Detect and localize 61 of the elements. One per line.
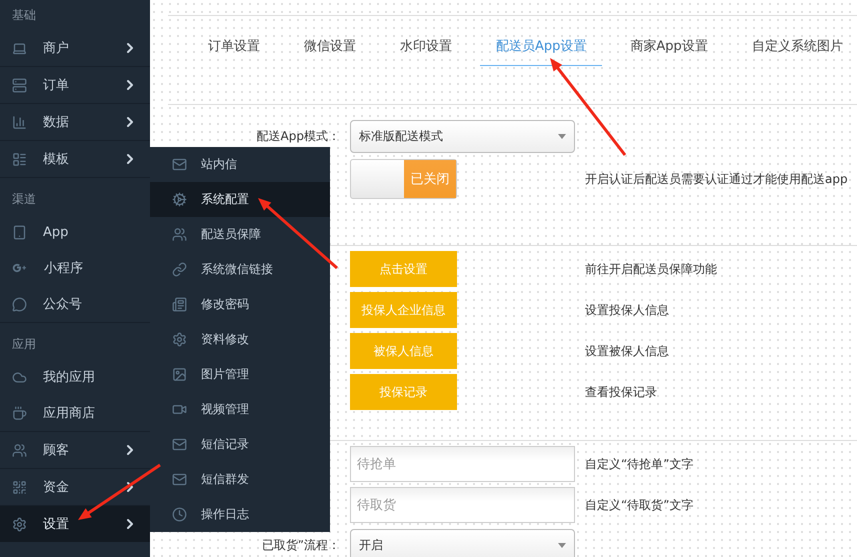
menu-icon <box>12 114 27 130</box>
google-plus-icon <box>12 261 28 275</box>
submenu-item[interactable]: 短信群发 <box>150 462 330 497</box>
hint-text: 查看投保记录 <box>585 384 658 400</box>
menu-icon <box>12 406 27 420</box>
menu-icon <box>12 152 27 166</box>
tab[interactable]: 自定义系统图片 <box>736 37 857 66</box>
section-header: 应用 <box>11 336 37 352</box>
hint-text: 前往开启配送员保障功能 <box>585 260 718 278</box>
submenu-item[interactable]: 操作日志 <box>150 497 330 532</box>
menu-icon <box>172 507 187 522</box>
menu-icon <box>172 192 187 207</box>
hint-text: 设置被保人信息 <box>585 342 670 360</box>
dropdown[interactable]: 开启 <box>350 529 575 557</box>
menu-icon <box>12 516 27 532</box>
menu-icon <box>172 472 187 487</box>
submenu-item[interactable]: 资料修改 <box>150 322 330 357</box>
field-label: 配送App模式： <box>256 128 340 145</box>
sidebar-item[interactable]: 小程序 <box>0 250 150 286</box>
hint-text: 开启认证后配送员需要认证通过才能使用配送app <box>585 170 849 188</box>
tab[interactable]: 水印设置 <box>384 37 468 66</box>
sidebar-item[interactable]: 设置 <box>0 506 150 542</box>
menu-icon <box>12 40 27 56</box>
menu-icon <box>172 157 187 172</box>
input-field[interactable]: 待取货 <box>350 487 575 523</box>
menu-icon <box>172 367 187 382</box>
menu-icon <box>12 442 27 458</box>
section-header: 基础 <box>11 6 37 24</box>
menu-icon <box>172 437 187 452</box>
sidebar-item[interactable]: 我的应用 <box>0 359 150 395</box>
submenu-item[interactable]: 视频管理 <box>150 392 330 427</box>
menu-icon <box>172 227 187 242</box>
menu-icon <box>172 332 187 347</box>
section-header: 渠道 <box>11 190 37 208</box>
field-label: 已取货”流程： <box>260 537 340 554</box>
menu-icon <box>12 78 27 92</box>
menu-icon <box>172 297 187 312</box>
hint-text: 自定义“待取货”文字 <box>585 496 694 514</box>
sidebar-item[interactable]: App <box>0 214 150 250</box>
tab[interactable]: 商家App设置 <box>614 37 724 66</box>
caret-icon <box>558 543 566 548</box>
menu-icon <box>12 370 27 384</box>
submenu-item[interactable]: 系统微信链接 <box>150 252 330 287</box>
caret-icon <box>558 134 566 139</box>
submenu-item[interactable]: 系统配置 <box>150 182 330 217</box>
dropdown[interactable]: 标准版配送模式 <box>350 120 575 153</box>
menu-icon <box>172 262 187 277</box>
submenu-item[interactable]: 图片管理 <box>150 357 330 392</box>
menu-icon <box>12 224 27 240</box>
hint-text: 设置投保人信息 <box>585 302 670 318</box>
input-field[interactable]: 待抢单 <box>350 446 575 482</box>
menu-icon <box>12 480 27 494</box>
submenu-item[interactable]: 修改密码 <box>150 287 330 322</box>
submenu-item[interactable]: 配送员保障 <box>150 217 330 252</box>
submenu-item[interactable]: 站内信 <box>150 147 330 182</box>
menu-icon <box>172 402 187 417</box>
tab[interactable]: 微信设置 <box>288 37 372 66</box>
menu-icon <box>12 296 27 312</box>
submenu-item[interactable]: 短信记录 <box>150 427 330 462</box>
tab[interactable]: 订单设置 <box>192 37 276 66</box>
hint-text: 自定义“待抢单”文字 <box>585 456 694 472</box>
